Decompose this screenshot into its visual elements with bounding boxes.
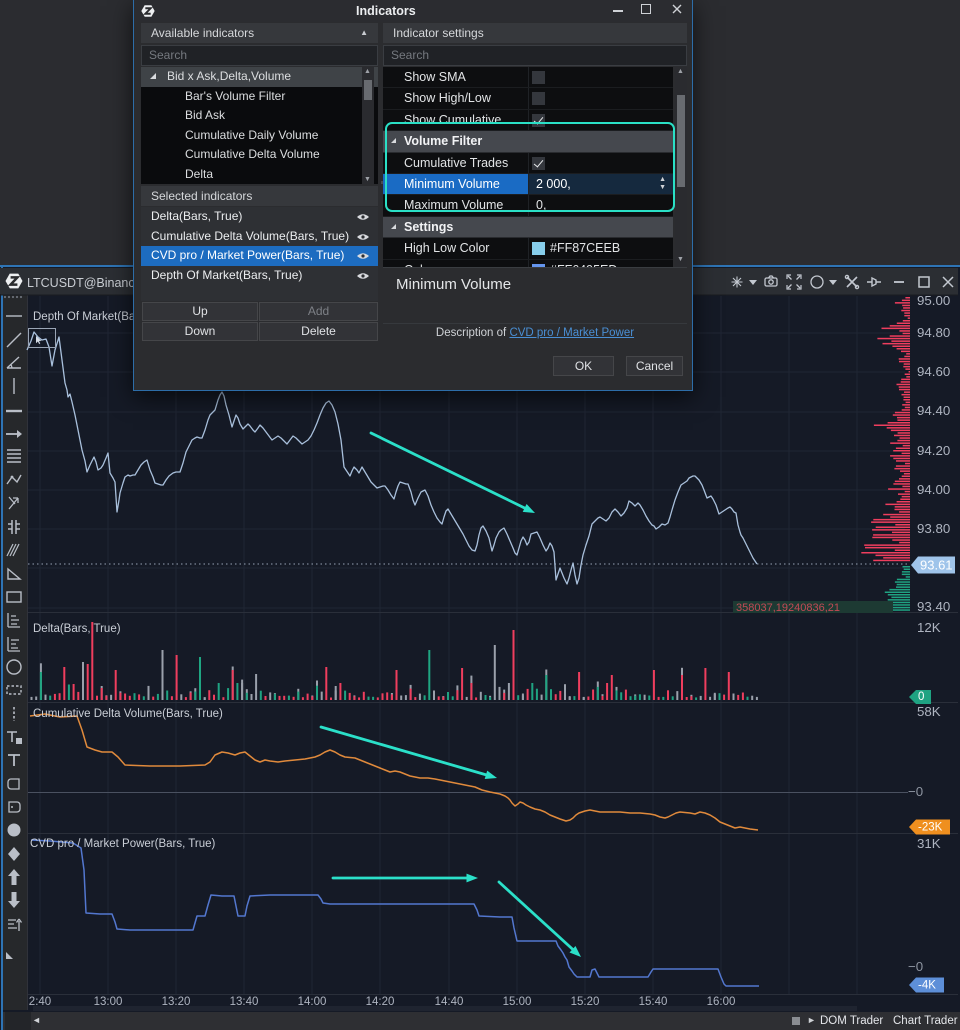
svg-text:2:40: 2:40 [29,996,51,1008]
svg-text:94.60: 94.60 [917,364,950,379]
svg-text:Delta(Bars, True): Delta(Bars, True) [33,623,121,635]
svg-text:93.80: 93.80 [917,521,950,536]
svg-text:13:20: 13:20 [162,996,191,1008]
svg-text:94.20: 94.20 [917,443,950,458]
svg-text:358037,19240836,21: 358037,19240836,21 [736,602,840,614]
svg-text:0: 0 [918,691,924,703]
svg-text:Cumulative Delta Volume(Bars,: Cumulative Delta Volume(Bars, True) [33,708,223,720]
svg-text:−0: −0 [908,784,923,799]
svg-text:15:00: 15:00 [503,996,532,1008]
svg-text:94.00: 94.00 [917,482,950,497]
svg-text:CVD pro / Market Power(Bars, T: CVD pro / Market Power(Bars, True) [30,838,215,850]
svg-text:-4K: -4K [918,980,936,992]
svg-text:94.80: 94.80 [917,325,950,340]
svg-text:94.40: 94.40 [917,403,950,418]
svg-text:15:20: 15:20 [571,996,600,1008]
svg-text:12K: 12K [917,620,941,635]
svg-text:14:20: 14:20 [366,996,395,1008]
svg-text:14:40: 14:40 [435,996,464,1008]
svg-text:13:00: 13:00 [94,996,123,1008]
svg-text:-23K: -23K [918,822,943,834]
svg-text:16:00: 16:00 [707,996,736,1008]
svg-text:31K: 31K [917,836,941,851]
svg-text:−0: −0 [908,959,923,974]
svg-text:58K: 58K [917,704,941,719]
svg-text:93.40: 93.40 [917,599,950,614]
svg-text:13:40: 13:40 [230,996,259,1008]
svg-text:93.61: 93.61 [920,558,953,573]
svg-text:15:40: 15:40 [639,996,668,1008]
svg-text:14:00: 14:00 [298,996,327,1008]
